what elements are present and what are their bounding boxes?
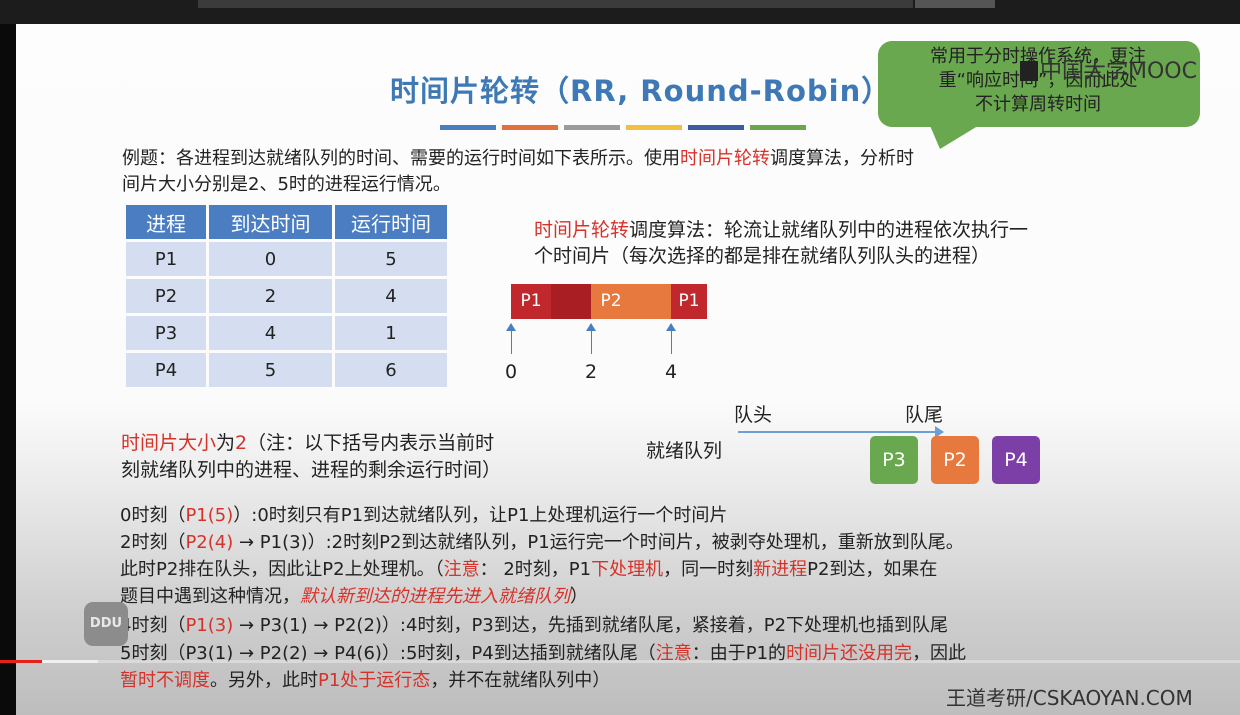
table-row: P2 2 4 (126, 279, 447, 313)
queue-head-label: 队头 (734, 404, 773, 426)
progress-buffered (42, 660, 98, 663)
step-line-2: 2时刻（P2(4) → P1(3)）:2时刻P2到达就绪队列，P1运行完一个时间… (120, 532, 964, 553)
cell: P4 (126, 353, 206, 387)
algo-desc-line-1: 时间片轮转调度算法：轮流让就绪队列中的进程依次执行一 (534, 219, 1029, 241)
example-line-1: 例题：各进程到达就绪队列的时间、需要的运行时间如下表所示。使用时间片轮转调度算法… (122, 148, 914, 169)
slide-title: 时间片轮转（RR, Round-Robin） (390, 74, 892, 108)
gantt-tick-label: 0 (505, 361, 518, 383)
step-line-3: 此时P2排在队头，因此让P2上处理机。（注意： 2时刻，P1下处理机，同一时刻新… (120, 559, 938, 580)
underline-stripe (564, 125, 620, 130)
algo-desc-line-2: 个时间片（每次选择的都是排在就绪队列队头的进程） (534, 245, 991, 267)
gantt-tick-label: 4 (665, 361, 678, 383)
cell: 4 (335, 279, 447, 313)
queue-tail-label: 队尾 (905, 404, 944, 426)
bubble-line: 不计算周转时间 (975, 94, 1101, 115)
gantt-segment: P1 (671, 284, 707, 319)
bubble-tail (928, 121, 986, 149)
example-line-2: 间片大小分别是2、5时的进程运行情况。 (122, 174, 451, 195)
up-arrow-icon (666, 323, 676, 354)
col-header-process: 进程 (126, 205, 206, 239)
step-line-6: 5时刻（P3(1) → P2(2) → P4(6)）:5时刻，P4到达插到就绪队… (120, 643, 967, 664)
gantt-segment (631, 284, 671, 319)
progress-played (0, 660, 42, 663)
mooc-logo-icon (1020, 61, 1038, 81)
underline-stripe (626, 125, 682, 130)
table-row: P4 5 6 (126, 353, 447, 387)
underline-stripe (750, 125, 806, 130)
ready-queue-label: 就绪队列 (646, 440, 723, 462)
step-line-7: 暂时不调度。另外，此时P1处于运行态，并不在就绪队列中） (120, 670, 611, 691)
cell: 5 (335, 242, 447, 276)
table-row: P3 4 1 (126, 316, 447, 350)
left-edge (0, 24, 16, 715)
gantt-tick-label: 2 (585, 361, 598, 383)
lecture-slide: 时间片轮转（RR, Round-Robin） 常用于分时操作系统，更注 重“响应… (16, 24, 1240, 715)
underline-stripe (440, 125, 496, 130)
queue-process-box: P3 (870, 436, 918, 484)
table-row: P1 0 5 (126, 242, 447, 276)
process-table: 进程 到达时间 运行时间 P1 0 5 P2 2 4 P3 4 1 P4 5 6 (123, 202, 450, 390)
top-bar-segment (198, 0, 913, 8)
gantt-segment (551, 284, 591, 319)
video-progress-bar[interactable] (0, 660, 1240, 663)
cell: P3 (126, 316, 206, 350)
queue-process-box: P4 (992, 436, 1040, 484)
step-line-4: 题目中遇到这种情况，默认新到达的进程先进入就绪队列） (120, 586, 588, 607)
table-header-row: 进程 到达时间 运行时间 (126, 205, 447, 239)
mooc-logo-text: 中国大学MOOC (1040, 59, 1197, 84)
cell: P2 (126, 279, 206, 313)
brand-text: 王道考研/CSKAOYAN.COM (946, 686, 1193, 710)
mooc-logo: 中国大学MOOC (1020, 53, 1197, 85)
step-line-1: 0时刻（P1(5)）:0时刻只有P1到达就绪队列，让P1上处理机运行一个时间片 (120, 505, 728, 526)
cell: P1 (126, 242, 206, 276)
ddu-watermark-icon: DDU (84, 602, 128, 646)
underline-stripe (688, 125, 744, 130)
col-header-arrival: 到达时间 (209, 205, 332, 239)
cell: 2 (209, 279, 332, 313)
gantt-chart: P1 P2 P1 (511, 284, 707, 319)
cell: 5 (209, 353, 332, 387)
queue-process-box: P2 (931, 436, 979, 484)
gantt-segment: P2 (591, 284, 631, 319)
gantt-segment: P1 (511, 284, 551, 319)
col-header-runtime: 运行时间 (335, 205, 447, 239)
underline-stripe (502, 125, 558, 130)
slice-note-line-1: 时间片大小为2（注：以下括号内表示当前时 (121, 432, 495, 454)
cell: 6 (335, 353, 447, 387)
title-underline-stripes (440, 115, 812, 134)
cell: 1 (335, 316, 447, 350)
video-top-bar (0, 0, 1240, 24)
queue-arrow (738, 426, 944, 438)
slice-note-line-2: 刻就绪队列中的进程、进程的剩余运行时间） (121, 459, 502, 481)
cell: 0 (209, 242, 332, 276)
up-arrow-icon (586, 323, 596, 354)
up-arrow-icon (506, 323, 516, 354)
step-line-5: 4时刻（P1(3) → P3(1) → P2(2)）:4时刻，P3到达，先插到就… (120, 615, 949, 636)
cell: 4 (209, 316, 332, 350)
top-bar-segment (915, 0, 995, 8)
